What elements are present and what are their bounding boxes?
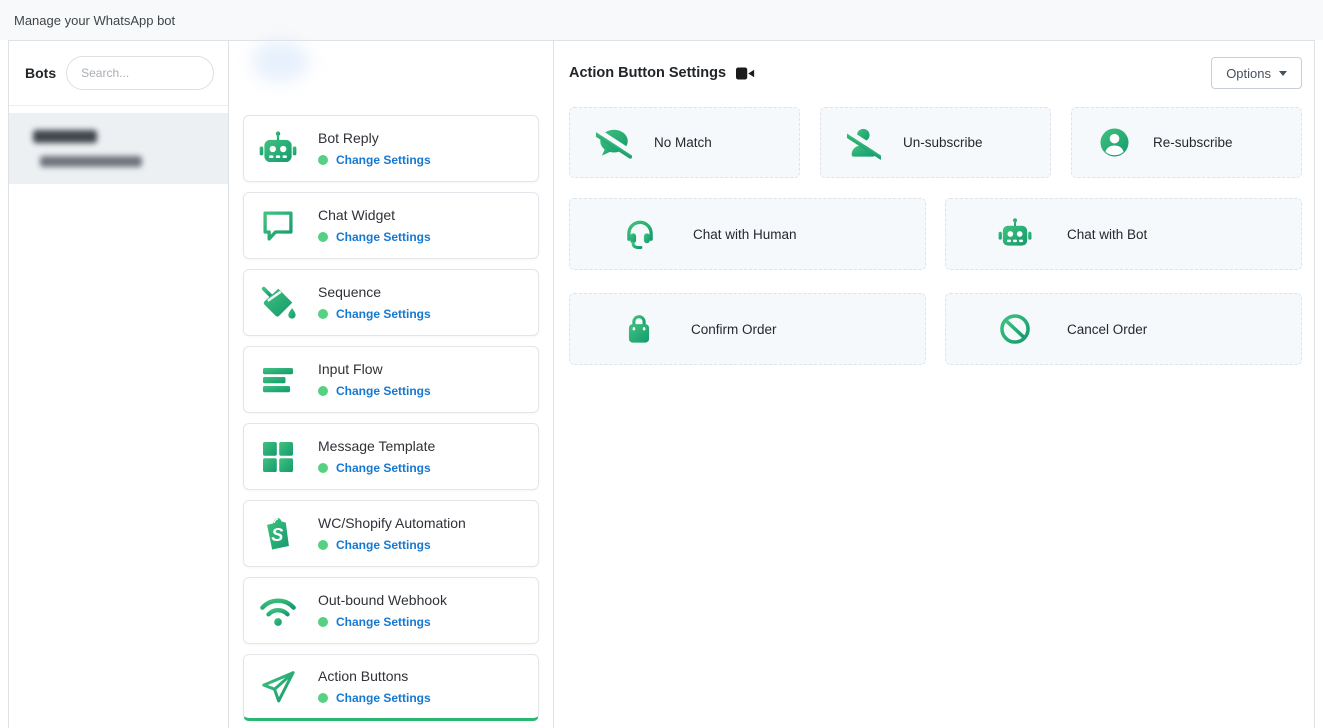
action-card-chat-with-bot[interactable]: Chat with Bot bbox=[945, 198, 1302, 270]
actions-row-1: No Match Un-subscribe bbox=[569, 107, 1302, 178]
status-dot bbox=[318, 617, 328, 627]
redacted-bot-name bbox=[33, 130, 97, 143]
feature-title: Input Flow bbox=[318, 361, 431, 377]
options-button[interactable]: Options bbox=[1211, 57, 1302, 89]
status-dot bbox=[318, 693, 328, 703]
bot-list-item-selected[interactable] bbox=[9, 113, 228, 184]
user-circle-icon bbox=[1098, 126, 1131, 159]
bots-label: Bots bbox=[25, 65, 56, 81]
status-dot bbox=[318, 309, 328, 319]
list-bars-icon bbox=[258, 360, 298, 400]
feature-card-input-flow[interactable]: Input Flow Change Settings bbox=[243, 346, 539, 413]
action-label: Cancel Order bbox=[1067, 322, 1147, 337]
feature-title: WC/Shopify Automation bbox=[318, 515, 466, 531]
svg-text:S: S bbox=[271, 524, 283, 544]
action-label: Chat with Human bbox=[693, 227, 797, 242]
caret-down-icon bbox=[1279, 71, 1287, 76]
status-dot bbox=[318, 232, 328, 242]
bots-sidebar: Bots bbox=[9, 41, 229, 728]
robot-icon bbox=[258, 129, 298, 169]
main-panel: Bots bbox=[8, 40, 1315, 728]
panel-title: Action Button Settings bbox=[569, 65, 726, 81]
status-dot bbox=[318, 386, 328, 396]
feature-title: Sequence bbox=[318, 284, 431, 300]
action-card-resubscribe[interactable]: Re-subscribe bbox=[1071, 107, 1302, 178]
status-dot bbox=[318, 155, 328, 165]
change-settings-link[interactable]: Change Settings bbox=[336, 615, 431, 629]
search-input[interactable] bbox=[66, 56, 214, 90]
action-card-confirm-order[interactable]: Confirm Order bbox=[569, 293, 926, 365]
status-dot bbox=[318, 463, 328, 473]
blurred-avatar-blob bbox=[253, 41, 309, 81]
feature-title: Bot Reply bbox=[318, 130, 431, 146]
feature-card-chat-widget[interactable]: Chat Widget Change Settings bbox=[243, 192, 539, 259]
action-card-chat-with-human[interactable]: Chat with Human bbox=[569, 198, 926, 270]
options-button-label: Options bbox=[1226, 66, 1271, 81]
sidebar-header: Bots bbox=[9, 41, 228, 106]
feature-title: Chat Widget bbox=[318, 207, 431, 223]
change-settings-link[interactable]: Change Settings bbox=[336, 691, 431, 705]
feature-title: Out-bound Webhook bbox=[318, 592, 447, 608]
paper-plane-icon bbox=[258, 667, 298, 707]
change-settings-link[interactable]: Change Settings bbox=[336, 307, 431, 321]
action-label: No Match bbox=[654, 135, 712, 150]
action-card-cancel-order[interactable]: Cancel Order bbox=[945, 293, 1302, 365]
feature-card-bot-reply[interactable]: Bot Reply Change Settings bbox=[243, 115, 539, 182]
robot-icon bbox=[998, 217, 1032, 251]
feature-card-shopify-automation[interactable]: S WC/Shopify Automation Change Settings bbox=[243, 500, 539, 567]
actions-row-2: Chat with Human bbox=[569, 198, 1302, 270]
action-label: Un-subscribe bbox=[903, 135, 983, 150]
shopify-bag-icon: S bbox=[258, 514, 298, 554]
status-dot bbox=[318, 540, 328, 550]
change-settings-link[interactable]: Change Settings bbox=[336, 384, 431, 398]
wifi-icon bbox=[258, 591, 298, 631]
feature-card-message-template[interactable]: Message Template Change Settings bbox=[243, 423, 539, 490]
ban-icon bbox=[998, 312, 1032, 346]
panel-header: Action Button Settings Options bbox=[569, 57, 1302, 89]
features-column: Bot Reply Change Settings Chat Widget Ch… bbox=[229, 41, 554, 728]
action-card-unsubscribe[interactable]: Un-subscribe bbox=[820, 107, 1051, 178]
redacted-bot-phone bbox=[40, 156, 142, 167]
action-card-no-match[interactable]: No Match bbox=[569, 107, 800, 178]
fill-drip-icon bbox=[258, 283, 298, 323]
grid-squares-icon bbox=[258, 437, 298, 477]
feature-title: Message Template bbox=[318, 438, 435, 454]
feature-card-action-buttons[interactable]: Action Buttons Change Settings bbox=[243, 654, 539, 721]
comment-slash-icon bbox=[596, 126, 632, 159]
action-button-settings-panel: Action Button Settings Options bbox=[554, 41, 1314, 728]
headset-icon bbox=[622, 216, 658, 252]
feature-title: Action Buttons bbox=[318, 668, 431, 684]
video-camera-icon[interactable] bbox=[736, 67, 755, 80]
chat-bubble-icon bbox=[258, 206, 298, 246]
feature-card-sequence[interactable]: Sequence Change Settings bbox=[243, 269, 539, 336]
actions-row-3: Confirm Order Cancel Order bbox=[569, 293, 1302, 365]
top-header-bar: Manage your WhatsApp bot bbox=[0, 0, 1323, 40]
action-label: Chat with Bot bbox=[1067, 227, 1147, 242]
feature-card-outbound-webhook[interactable]: Out-bound Webhook Change Settings bbox=[243, 577, 539, 644]
action-label: Confirm Order bbox=[691, 322, 777, 337]
action-label: Re-subscribe bbox=[1153, 135, 1233, 150]
change-settings-link[interactable]: Change Settings bbox=[336, 153, 431, 167]
user-slash-icon bbox=[847, 126, 881, 160]
change-settings-link[interactable]: Change Settings bbox=[336, 230, 431, 244]
shopping-bag-icon bbox=[622, 312, 656, 346]
page-title: Manage your WhatsApp bot bbox=[14, 13, 175, 28]
change-settings-link[interactable]: Change Settings bbox=[336, 538, 431, 552]
change-settings-link[interactable]: Change Settings bbox=[336, 461, 431, 475]
